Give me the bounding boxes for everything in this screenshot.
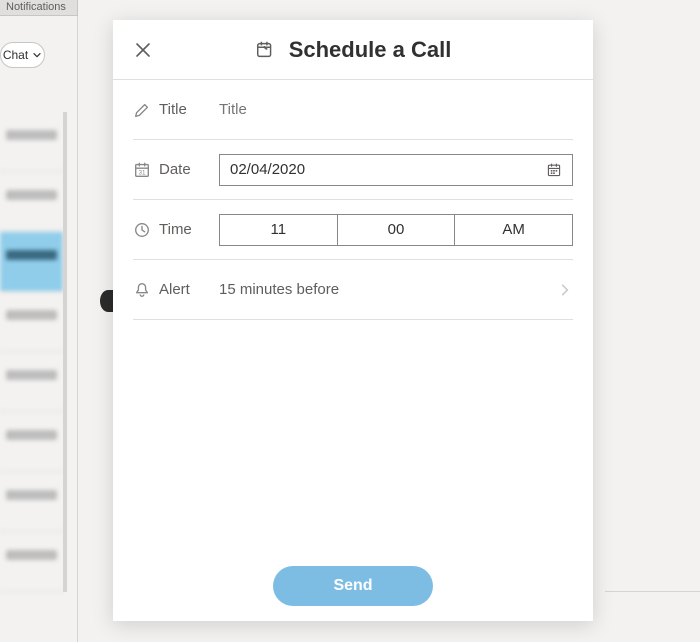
calendar-picker-icon[interactable]: [546, 162, 562, 178]
alert-row[interactable]: Alert 15 minutes before: [133, 260, 573, 320]
time-label: Time: [159, 221, 219, 238]
date-value: 02/04/2020: [230, 161, 305, 178]
chevron-right-icon: [557, 282, 573, 298]
pencil-icon: [133, 101, 151, 119]
title-row: Title: [133, 80, 573, 140]
svg-text:31: 31: [138, 169, 146, 176]
date-row: 31 Date 02/04/2020: [133, 140, 573, 200]
close-icon: [133, 40, 153, 60]
bell-icon: [133, 281, 151, 299]
bg-notifications-tab: Notifications: [0, 0, 78, 16]
dialog-header: Schedule a Call: [113, 20, 593, 80]
schedule-call-icon: [255, 39, 277, 61]
clock-icon: [133, 221, 151, 239]
dialog-title: Schedule a Call: [289, 37, 452, 63]
bg-list-item[interactable]: [0, 532, 63, 592]
title-label: Title: [159, 101, 219, 118]
bg-chat-filter[interactable]: Chat: [0, 42, 45, 68]
time-hour-input[interactable]: 11: [219, 214, 338, 246]
time-input-group: 11 00 AM: [219, 214, 573, 246]
calendar-icon: 31: [133, 161, 151, 179]
send-button[interactable]: Send: [273, 566, 433, 606]
alert-label: Alert: [159, 281, 219, 298]
bg-conversation-list: [0, 112, 63, 592]
bg-list-item[interactable]: [0, 292, 63, 352]
bg-list-item[interactable]: [0, 352, 63, 412]
time-row: Time 11 00 AM: [133, 200, 573, 260]
close-button[interactable]: [133, 40, 153, 60]
schedule-call-dialog: Schedule a Call Title 31 Date 02/04/2020…: [113, 20, 593, 621]
bg-divider: [605, 591, 700, 592]
bg-list-item[interactable]: [0, 472, 63, 532]
dialog-body: Title 31 Date 02/04/2020 Time 11 00: [113, 80, 593, 551]
dialog-footer: Send: [113, 551, 593, 621]
title-input[interactable]: [219, 101, 573, 118]
bg-chat-filter-label: Chat: [3, 48, 28, 62]
date-label: Date: [159, 161, 219, 178]
bg-list-item-active[interactable]: [0, 232, 63, 292]
bg-scroll-rail: [63, 112, 67, 592]
time-minute-input[interactable]: 00: [338, 214, 456, 246]
chevron-down-icon: [32, 50, 42, 60]
date-input[interactable]: 02/04/2020: [219, 154, 573, 186]
time-ampm-input[interactable]: AM: [455, 214, 573, 246]
bg-list-item[interactable]: [0, 172, 63, 232]
bg-list-item[interactable]: [0, 112, 63, 172]
bg-list-item[interactable]: [0, 412, 63, 472]
alert-value: 15 minutes before: [219, 281, 339, 298]
